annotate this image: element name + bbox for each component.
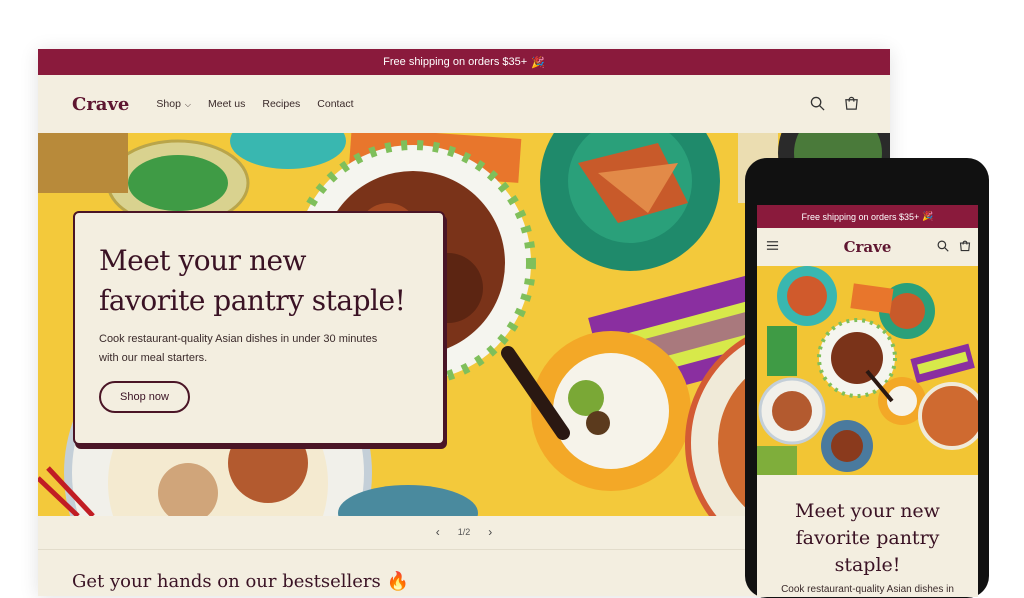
nav-item-recipes[interactable]: Recipes [262, 98, 300, 110]
nav-item-contact[interactable]: Contact [317, 98, 353, 110]
hero-card: Meet your new favorite pantry staple! Co… [73, 211, 445, 445]
cart-icon[interactable] [842, 94, 860, 112]
hero-title-line: favorite pantry staple! [99, 284, 406, 317]
mobile-hero-image [757, 266, 978, 475]
search-icon[interactable] [808, 94, 826, 112]
search-icon[interactable] [937, 239, 949, 257]
section-title-text: Get your hands on our bestsellers [72, 571, 381, 592]
mobile-hero-subtitle: Cook restaurant-quality Asian dishes in [781, 584, 954, 595]
fire-emoji: 🔥 [386, 571, 409, 592]
mobile-device-frame: Free shipping on orders $35+ 🎉 Crave Mee… [745, 158, 989, 598]
hero-subtitle-line: Cook restaurant-quality Asian dishes in … [99, 333, 378, 345]
party-emoji: 🎉 [531, 56, 545, 69]
site-header: Crave Shop ⌵ Meet us Recipes Contact [38, 75, 890, 133]
nav-item-shop[interactable]: Shop ⌵ [156, 98, 191, 110]
mobile-header-icons [937, 239, 971, 257]
shop-now-button[interactable]: Shop now [99, 381, 190, 413]
mobile-title-line: Meet your new [795, 500, 940, 522]
party-emoji: 🎉 [922, 211, 934, 221]
mobile-hero-card: Meet your new favorite pantry staple! Co… [757, 475, 978, 597]
nav-item-meet-us[interactable]: Meet us [208, 98, 245, 110]
announcement-text: Free shipping on orders $35+ [383, 56, 528, 68]
slide-counter: 1/2 [457, 527, 471, 537]
cart-icon[interactable] [959, 239, 971, 257]
main-nav: Shop ⌵ Meet us Recipes Contact [156, 98, 353, 110]
mobile-title-line: favorite pantry [795, 527, 940, 549]
chevron-down-icon: ⌵ [184, 100, 191, 109]
mobile-title-line: staple! [834, 554, 901, 576]
section-title: Get your hands on our bestsellers 🔥 [72, 571, 409, 592]
hero-title: Meet your new favorite pantry staple! [99, 241, 429, 321]
chevron-left-icon[interactable]: ‹ [436, 525, 440, 539]
hero-title-line: Meet your new [99, 244, 307, 277]
brand-logo[interactable]: Crave [72, 94, 129, 115]
chevron-right-icon[interactable]: › [488, 525, 492, 539]
mobile-screen: Free shipping on orders $35+ 🎉 Crave Mee… [757, 205, 978, 597]
announcement-bar: Free shipping on orders $35+ 🎉 [38, 49, 890, 75]
mobile-hero-title: Meet your new favorite pantry staple! [757, 498, 978, 579]
header-icons [808, 94, 860, 112]
mobile-food-image [757, 266, 978, 475]
mobile-announcement-bar: Free shipping on orders $35+ 🎉 [757, 205, 978, 228]
hero-subtitle-line: with our meal starters. [99, 352, 208, 364]
nav-item-label: Shop [156, 98, 181, 110]
mobile-header: Crave [757, 228, 978, 266]
mobile-announcement-text: Free shipping on orders $35+ [801, 211, 920, 222]
hero-subtitle: Cook restaurant-quality Asian dishes in … [99, 330, 419, 368]
